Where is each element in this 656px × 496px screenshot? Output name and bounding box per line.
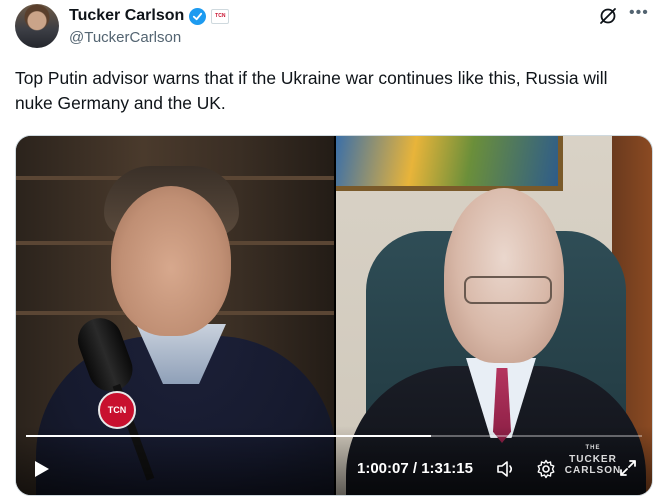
verified-icon[interactable] — [189, 7, 207, 25]
total-duration: 1:31:15 — [421, 460, 473, 477]
elapsed-time: 1:00:07 — [357, 460, 409, 477]
affiliate-badge[interactable]: TCN — [211, 8, 230, 24]
show-watermark: THE TUCKER CARLSON — [563, 443, 623, 483]
watermark-line2: TUCKER — [569, 454, 617, 465]
watermark-line1: THE — [585, 445, 601, 451]
video-player[interactable]: TCN 1:00:07 / 1:31:15 THE TUCKER CARLSON — [15, 135, 653, 496]
video-progress-bar[interactable] — [26, 435, 642, 437]
video-time: 1:00:07 / 1:31:15 — [357, 460, 473, 477]
author-name[interactable]: Tucker Carlson — [69, 7, 184, 25]
tweet-text: Top Putin advisor warns that if the Ukra… — [15, 68, 608, 113]
author-avatar[interactable] — [15, 4, 59, 48]
video-progress-fill — [26, 435, 432, 437]
watermark-line3: CARLSON — [564, 465, 622, 476]
more-icon[interactable]: ••• — [629, 4, 649, 22]
play-icon[interactable] — [34, 460, 50, 478]
author-name-row: Tucker Carlson TCN — [69, 5, 230, 27]
mic-flag-logo: TCN — [98, 391, 136, 429]
volume-icon[interactable] — [496, 459, 516, 479]
affiliate-badge-text: TCN — [215, 13, 226, 19]
author-handle[interactable]: @TuckerCarlson — [69, 29, 181, 46]
wall-painting — [336, 136, 563, 191]
guest-glasses — [464, 276, 552, 304]
fullscreen-icon[interactable] — [618, 458, 638, 478]
host-head — [111, 186, 231, 336]
time-separator: / — [408, 460, 422, 477]
grok-icon[interactable] — [598, 6, 618, 26]
settings-icon[interactable] — [536, 459, 556, 479]
